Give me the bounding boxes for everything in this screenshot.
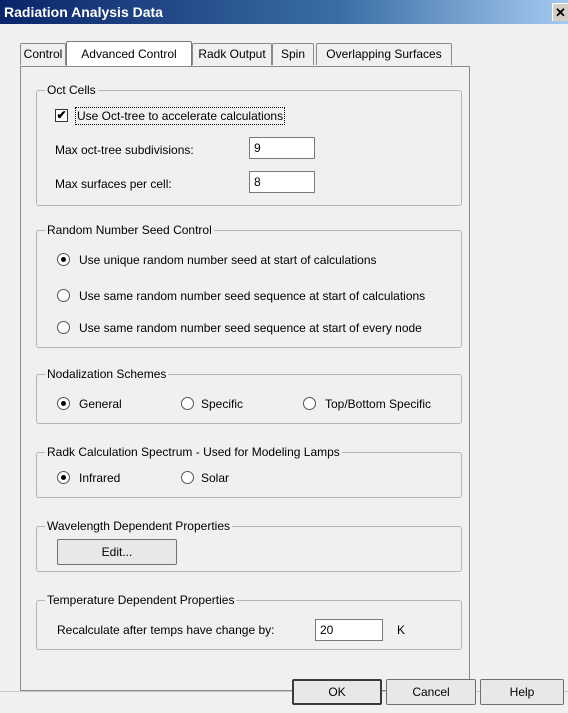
cancel-button[interactable]: Cancel <box>386 679 476 705</box>
spectrum-title: Radk Calculation Spectrum - Used for Mod… <box>45 445 342 459</box>
tab-radk-output[interactable]: Radk Output <box>192 43 272 65</box>
spectrum-solar-radio[interactable] <box>181 471 194 484</box>
temperature-unit: K <box>397 623 406 637</box>
spectrum-infrared-label[interactable]: Infrared <box>79 471 120 485</box>
max-subdivisions-input[interactable]: 9 <box>249 137 315 159</box>
seed-same-start-radio[interactable] <box>57 289 70 302</box>
title-bar: Radiation Analysis Data ✕ <box>0 0 568 24</box>
oct-cells-title: Oct Cells <box>45 83 98 97</box>
tab-overlapping-surfaces[interactable]: Overlapping Surfaces <box>316 43 452 65</box>
nodal-top-bottom-radio[interactable] <box>303 397 316 410</box>
use-octree-label[interactable]: Use Oct-tree to accelerate calculations <box>74 107 286 125</box>
nodal-general-radio[interactable] <box>57 397 70 410</box>
temperature-group: Temperature Dependent Properties Recalcu… <box>36 593 462 650</box>
wavelength-group: Wavelength Dependent Properties Edit... <box>36 519 462 572</box>
use-octree-checkbox[interactable]: ✔ <box>55 109 68 122</box>
seed-same-node-radio[interactable] <box>57 321 70 334</box>
seed-unique-radio[interactable] <box>57 253 70 266</box>
seed-same-start-label[interactable]: Use same random number seed sequence at … <box>79 289 425 303</box>
seed-same-node-label[interactable]: Use same random number seed sequence at … <box>79 321 422 335</box>
seed-control-group: Random Number Seed Control Use unique ra… <box>36 223 462 348</box>
seed-control-title: Random Number Seed Control <box>45 223 214 237</box>
spectrum-infrared-radio[interactable] <box>57 471 70 484</box>
recalculate-input[interactable]: 20 <box>315 619 383 641</box>
max-subdivisions-label: Max oct-tree subdivisions: <box>55 143 194 157</box>
nodal-specific-radio[interactable] <box>181 397 194 410</box>
ok-button[interactable]: OK <box>292 679 382 705</box>
nodal-top-bottom-label[interactable]: Top/Bottom Specific <box>325 397 431 411</box>
nodal-specific-label[interactable]: Specific <box>201 397 243 411</box>
max-surfaces-label: Max surfaces per cell: <box>55 177 172 191</box>
window-title: Radiation Analysis Data <box>4 4 163 20</box>
help-button[interactable]: Help <box>480 679 564 705</box>
temperature-title: Temperature Dependent Properties <box>45 593 237 607</box>
seed-unique-label[interactable]: Use unique random number seed at start o… <box>79 253 377 267</box>
nodalization-title: Nodalization Schemes <box>45 367 169 381</box>
spectrum-solar-label[interactable]: Solar <box>201 471 229 485</box>
nodal-general-label[interactable]: General <box>79 397 122 411</box>
max-surfaces-input[interactable]: 8 <box>249 171 315 193</box>
oct-cells-group: Oct Cells ✔ Use Oct-tree to accelerate c… <box>36 83 462 206</box>
tab-advanced-control[interactable]: Advanced Control <box>66 41 192 67</box>
edit-wavelength-button[interactable]: Edit... <box>57 539 177 565</box>
close-icon[interactable]: ✕ <box>552 3 568 21</box>
nodalization-group: Nodalization Schemes General Specific To… <box>36 367 462 424</box>
recalculate-label: Recalculate after temps have change by: <box>57 623 275 637</box>
wavelength-title: Wavelength Dependent Properties <box>45 519 232 533</box>
tab-spin[interactable]: Spin <box>272 43 314 65</box>
spectrum-group: Radk Calculation Spectrum - Used for Mod… <box>36 445 462 498</box>
tab-control[interactable]: Control <box>20 43 66 65</box>
